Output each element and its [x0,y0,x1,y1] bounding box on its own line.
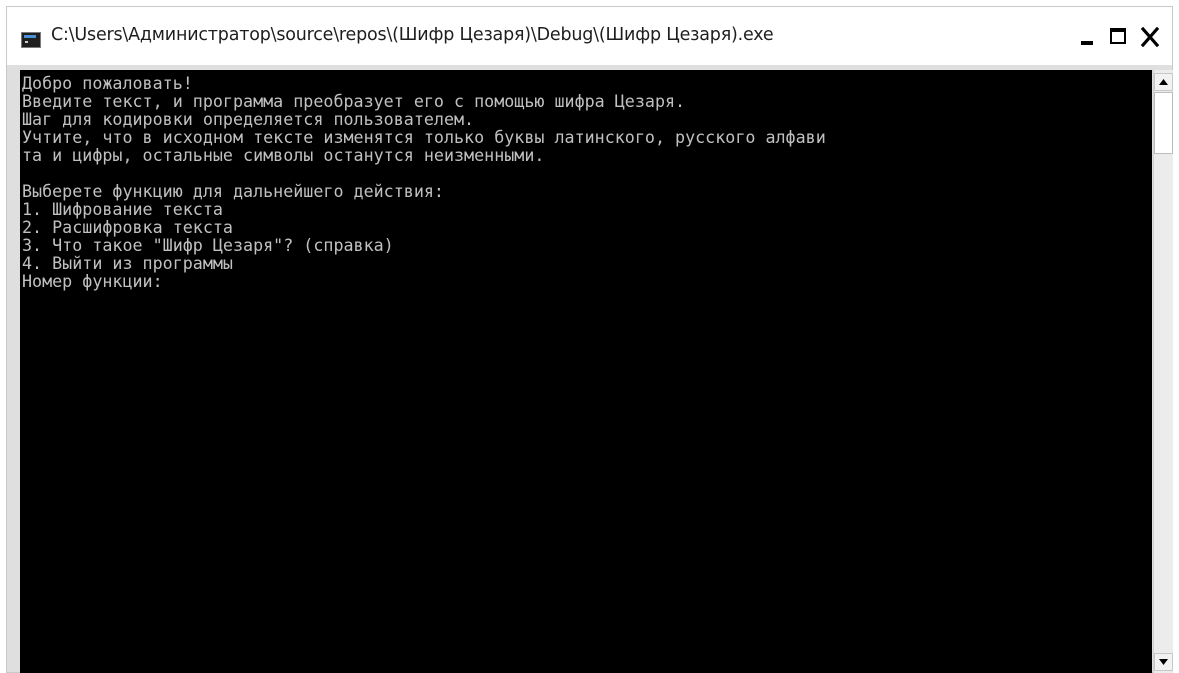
close-icon [1141,27,1159,47]
scroll-down-arrow-icon [1159,659,1168,665]
console-line: Шаг для кодировки определяется пользоват… [22,109,475,129]
console-app-icon[interactable] [21,32,41,48]
scroll-up-button[interactable] [1154,73,1173,91]
console-line: 4. Выйти из программы [22,253,233,273]
console-prompt: Номер функции: [22,271,163,291]
scroll-down-button[interactable] [1154,653,1173,671]
console-line: Введите текст, и программа преобразует е… [22,91,686,111]
window-title: C:\Users\Администратор\source\repos\(Шиф… [51,25,774,45]
console-line: Добро пожаловать! [22,73,193,93]
console-line: та и цифры, остальные символы останутся … [22,145,545,165]
maximize-button[interactable] [1105,25,1131,49]
console-line: Выберете функцию для дальнейшего действи… [22,181,444,201]
console-line: 2. Расшифровка текста [22,217,233,237]
scrollbar-thumb[interactable] [1154,92,1173,154]
vertical-scrollbar[interactable] [1153,70,1173,673]
minimize-icon [1081,41,1093,45]
close-button[interactable] [1137,25,1163,49]
title-bar[interactable]: C:\Users\Администратор\source\repos\(Шиф… [7,7,1172,65]
maximize-icon [1110,28,1126,44]
console-line: Учтите, что в исходном тексте изменятся … [22,127,826,147]
console-window: C:\Users\Администратор\source\repos\(Шиф… [6,6,1173,673]
console-output[interactable]: Добро пожаловать! Введите текст, и прогр… [20,70,1152,673]
console-line: 1. Шифрование текста [22,199,223,219]
minimize-button[interactable] [1074,25,1100,49]
console-line: 3. Что такое "Шифр Цезаря"? (справка) [22,235,394,255]
scroll-up-arrow-icon [1159,79,1168,85]
